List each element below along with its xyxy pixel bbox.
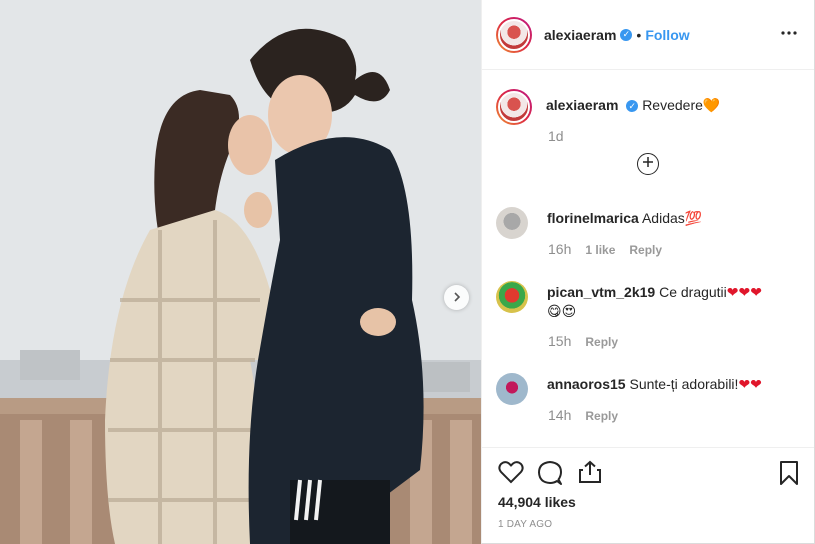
comment-username[interactable]: pican_vtm_2k19	[547, 284, 655, 300]
comment-username[interactable]: florinelmarica	[547, 210, 639, 226]
load-more-comments-button[interactable]	[637, 153, 659, 175]
bookmark-icon[interactable]	[779, 460, 799, 491]
commenter-avatar[interactable]	[496, 281, 528, 313]
commenter-avatar[interactable]	[496, 373, 528, 405]
post-date[interactable]: 1 DAY AGO	[498, 519, 552, 530]
comment-timestamp[interactable]: 15h	[548, 333, 571, 349]
caption-timestamp[interactable]: 1d	[548, 128, 564, 144]
caption-emoji: 🧡	[702, 97, 721, 113]
reply-button[interactable]: Reply	[629, 243, 662, 257]
follow-button[interactable]: Follow	[645, 27, 689, 43]
comment-text: Adidas	[641, 210, 685, 226]
separator-dot: •	[636, 26, 642, 43]
comment-emoji: 💯	[684, 210, 703, 226]
next-photo-button[interactable]	[444, 285, 469, 310]
caption-username[interactable]: alexiaeram	[546, 97, 618, 113]
reply-button[interactable]: Reply	[585, 335, 618, 349]
more-options-icon[interactable]	[780, 24, 798, 47]
comment-timestamp[interactable]: 14h	[548, 407, 571, 423]
comment-text: Ce dragutii	[659, 284, 727, 300]
commenter-avatar[interactable]	[496, 207, 528, 239]
chevron-right-icon	[452, 289, 462, 307]
comment-emoji-secondary: 😋😍	[547, 303, 577, 319]
couple-photo-illustration	[0, 0, 481, 544]
reply-button[interactable]: Reply	[585, 409, 618, 423]
comment-icon[interactable]	[537, 460, 563, 491]
post-header: alexiaeram ✓ • Follow	[482, 0, 814, 70]
comment-item: florinelmarica Adidas💯	[496, 207, 702, 239]
verified-badge-icon: ✓	[626, 100, 639, 113]
plus-circle-icon	[642, 155, 654, 173]
comment-likes-count[interactable]: 1 like	[585, 243, 615, 257]
comment-text: Sunte-ți adorabili!	[629, 376, 739, 392]
caption-avatar[interactable]	[496, 89, 532, 125]
caption: alexiaeram ✓ Revedere🧡	[496, 89, 720, 125]
heart-icon[interactable]	[498, 460, 524, 489]
post-action-bar	[482, 447, 814, 497]
comment-timestamp[interactable]: 16h	[548, 241, 571, 257]
comment-emoji: ❤❤	[738, 376, 762, 392]
comment-emoji: ❤❤❤	[726, 284, 762, 300]
verified-badge-icon: ✓	[620, 28, 633, 41]
likes-count[interactable]: 44,904 likes	[498, 494, 576, 510]
comment-item: annaoros15 Sunte-ți adorabili!❤❤	[496, 373, 762, 405]
caption-text: Revedere	[642, 97, 703, 113]
author-avatar[interactable]	[496, 16, 532, 53]
post-side-panel: alexiaeram ✓ • Follow alexiaeram ✓ Reved…	[481, 0, 815, 544]
comment-username[interactable]: annaoros15	[547, 376, 626, 392]
comment-item: pican_vtm_2k19 Ce dragutii❤❤❤ 😋😍	[496, 281, 762, 321]
author-username[interactable]: alexiaeram	[544, 27, 616, 43]
post-photo[interactable]	[0, 0, 481, 544]
share-icon[interactable]	[578, 460, 602, 489]
